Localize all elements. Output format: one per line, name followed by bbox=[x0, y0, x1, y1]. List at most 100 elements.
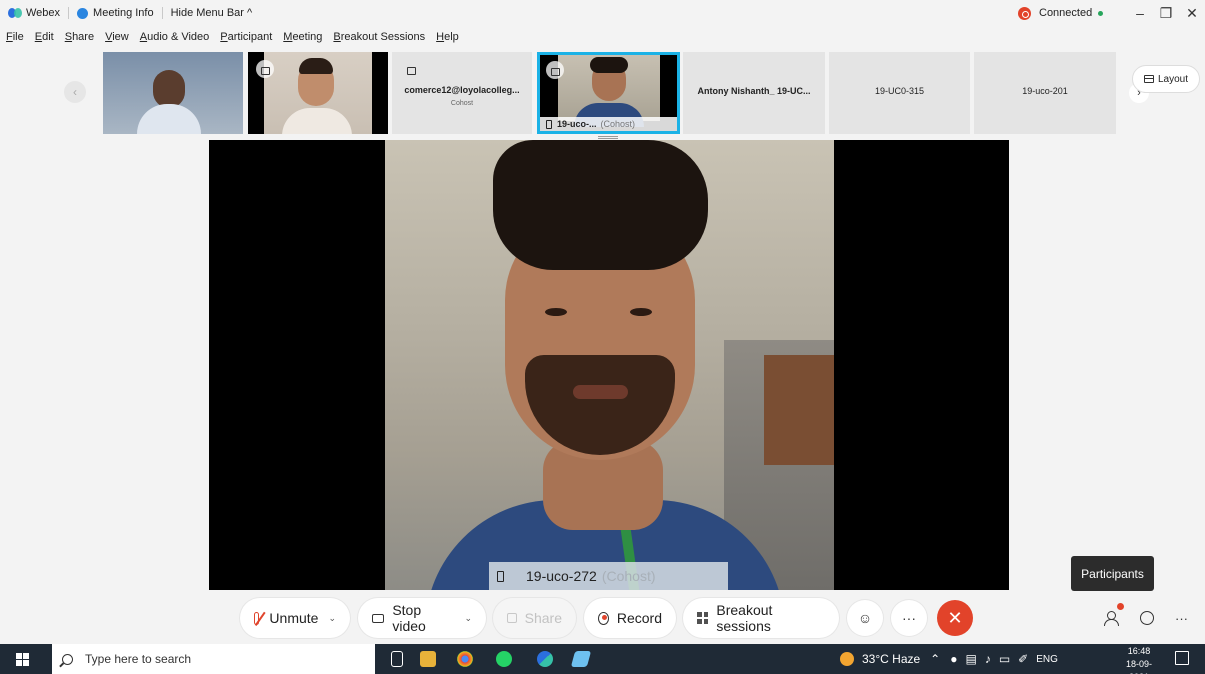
connection-status[interactable]: Connected bbox=[1018, 0, 1104, 26]
participant-tile-1[interactable] bbox=[103, 52, 243, 134]
search-placeholder: Type here to search bbox=[85, 652, 192, 666]
taskbar-search-input[interactable]: Type here to search bbox=[52, 644, 375, 674]
participants-icon bbox=[1104, 611, 1119, 626]
active-speaker-name-label: 19-uco-272 (Cohost) bbox=[489, 562, 728, 590]
participant-name: Antony Nishanth_ 19-UC... bbox=[697, 86, 811, 96]
speaker-eye-left bbox=[545, 308, 567, 316]
clock-time: 16:48 bbox=[1127, 646, 1151, 656]
resize-handle[interactable] bbox=[598, 136, 618, 139]
share-icon bbox=[507, 613, 517, 623]
notifications-icon[interactable] bbox=[1175, 651, 1189, 665]
participant-tile-2[interactable] bbox=[248, 52, 388, 134]
breakout-sessions-label: Breakout sessions bbox=[716, 602, 773, 634]
shield-icon bbox=[77, 7, 89, 19]
chevron-up-icon[interactable]: ⌃ bbox=[930, 652, 940, 666]
smiley-icon: ☺ bbox=[857, 610, 873, 626]
breakout-grid-icon bbox=[697, 612, 709, 624]
more-icon: ··· bbox=[1175, 610, 1188, 626]
webex-taskbar-icon[interactable] bbox=[537, 651, 553, 667]
lock-icon bbox=[402, 60, 420, 78]
chevron-down-icon[interactable]: ⌄ bbox=[328, 613, 336, 624]
menu-audio-video[interactable]: Audio & Video bbox=[134, 31, 215, 49]
file-explorer-icon[interactable] bbox=[420, 651, 436, 667]
volume-icon[interactable]: ♪ bbox=[985, 652, 991, 666]
menu-help[interactable]: Help bbox=[430, 31, 464, 49]
close-icon[interactable]: ✕ bbox=[1179, 5, 1205, 22]
network-icon[interactable]: ▤ bbox=[965, 652, 976, 666]
participant-filmstrip: ‹ comerce12@loyolacolleg... Cohost 19-uc… bbox=[0, 52, 1205, 134]
pen-icon[interactable]: ✐ bbox=[1018, 652, 1028, 666]
hide-menu-bar-button[interactable]: Hide Menu Bar ^ bbox=[163, 7, 261, 19]
share-label: Share bbox=[524, 610, 562, 626]
muted-microphone-icon bbox=[254, 611, 260, 625]
whatsapp-icon[interactable] bbox=[496, 651, 512, 667]
language-indicator[interactable]: ENG bbox=[1036, 654, 1058, 665]
stop-video-button[interactable]: Stop video ⌄ bbox=[358, 598, 486, 638]
background-cabinet bbox=[764, 355, 834, 465]
lock-icon bbox=[546, 61, 564, 79]
participants-button[interactable] bbox=[1104, 604, 1119, 632]
participant-hair bbox=[299, 58, 333, 74]
minimize-icon[interactable]: – bbox=[1127, 5, 1153, 21]
menu-breakout-sessions[interactable]: Breakout Sessions bbox=[327, 31, 430, 49]
active-speaker-video bbox=[385, 140, 834, 590]
participant-tile-active[interactable]: 19-uco-... (Cohost) bbox=[537, 52, 680, 134]
weather-label[interactable]: 33°C Haze bbox=[862, 652, 920, 666]
record-label: Record bbox=[616, 610, 662, 626]
restore-icon[interactable]: ❐ bbox=[1153, 5, 1179, 22]
share-button[interactable]: Share bbox=[493, 598, 576, 638]
hide-menu-bar-label: Hide Menu Bar ^ bbox=[170, 7, 253, 19]
breakout-sessions-button[interactable]: Breakout sessions bbox=[683, 598, 839, 638]
meeting-info-label: Meeting Info bbox=[93, 7, 154, 19]
reactions-button[interactable]: ☺ bbox=[847, 600, 883, 636]
windows-start-icon[interactable] bbox=[16, 653, 29, 666]
participant-label: 19-uco-... (Cohost) bbox=[540, 117, 677, 131]
meeting-info-button[interactable]: Meeting Info bbox=[69, 7, 162, 19]
participant-name: 19-uco-201 bbox=[1022, 86, 1068, 96]
chevron-down-icon[interactable]: ⌄ bbox=[464, 613, 472, 624]
end-meeting-button[interactable]: ✕ bbox=[937, 600, 973, 636]
unmute-button[interactable]: Unmute ⌄ bbox=[240, 598, 350, 638]
participant-name: comerce12@loyolacolleg... bbox=[404, 85, 520, 95]
connection-status-label: Connected bbox=[1039, 7, 1093, 19]
menu-share[interactable]: Share bbox=[59, 31, 99, 49]
camera-icon bbox=[372, 613, 385, 623]
microphone-icon[interactable]: ● bbox=[950, 652, 957, 666]
unmute-label: Unmute bbox=[269, 610, 319, 626]
record-button[interactable]: Record bbox=[584, 598, 676, 638]
recording-indicator-icon bbox=[1018, 6, 1031, 20]
participant-avatar bbox=[153, 70, 185, 108]
system-tray: 33°C Haze ⌃ ● ▤ ♪ ▭ ✐ ENG bbox=[840, 644, 1058, 674]
webex-app-menu[interactable]: Webex bbox=[0, 7, 68, 19]
menu-file[interactable]: File bbox=[0, 31, 29, 49]
menu-meeting[interactable]: Meeting bbox=[277, 31, 327, 49]
participant-hair bbox=[590, 57, 628, 73]
chat-icon bbox=[1140, 611, 1154, 625]
participant-tile-6[interactable]: 19-UC0-315 bbox=[829, 52, 970, 134]
lock-icon bbox=[256, 60, 274, 78]
participant-name: 19-uco-... bbox=[557, 119, 597, 129]
participant-tile-5[interactable]: Antony Nishanth_ 19-UC... bbox=[683, 52, 825, 134]
notification-dot bbox=[1117, 603, 1124, 610]
taskbar-clock[interactable]: 16:48 18-09-2021 bbox=[1118, 645, 1160, 674]
speaker-hair bbox=[493, 140, 708, 270]
main-video-stage bbox=[209, 140, 1009, 590]
layout-icon bbox=[1143, 75, 1154, 83]
chrome-icon[interactable] bbox=[457, 651, 473, 667]
task-view-icon[interactable] bbox=[391, 651, 403, 667]
window-controls: – ❐ ✕ bbox=[1127, 0, 1205, 26]
participant-name: 19-UC0-315 bbox=[874, 86, 925, 96]
chat-button[interactable] bbox=[1140, 604, 1154, 632]
more-panels-button[interactable]: ··· bbox=[1175, 604, 1188, 632]
weather-haze-icon bbox=[840, 652, 854, 666]
participant-tile-3[interactable]: comerce12@loyolacolleg... Cohost bbox=[392, 52, 532, 134]
more-options-button[interactable]: ··· bbox=[891, 600, 927, 636]
menu-view[interactable]: View bbox=[99, 31, 134, 49]
filmstrip-prev-button[interactable]: ‹ bbox=[64, 81, 86, 103]
participant-tile-7[interactable]: 19-uco-201 bbox=[974, 52, 1116, 134]
menu-edit[interactable]: Edit bbox=[29, 31, 59, 49]
connected-dot-icon bbox=[1098, 10, 1104, 16]
menu-participant[interactable]: Participant bbox=[214, 31, 277, 49]
layout-button[interactable]: Layout bbox=[1132, 65, 1200, 93]
display-icon[interactable]: ▭ bbox=[999, 652, 1010, 666]
